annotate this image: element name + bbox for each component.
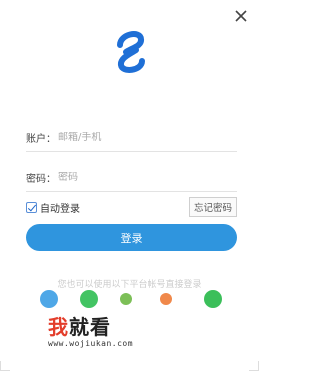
login-options: 自动登录 忘记密码 <box>26 197 237 217</box>
watermark-title-part2: 就看 <box>69 315 111 339</box>
account-field: 账户： <box>26 124 237 152</box>
social-login-icon[interactable] <box>40 290 58 308</box>
auto-login-label: 自动登录 <box>40 203 80 215</box>
close-icon[interactable] <box>233 8 249 24</box>
watermark-title: 我就看 <box>48 316 111 338</box>
watermark: 我就看 www.wojiukan.com <box>48 316 133 348</box>
auto-login-toggle[interactable]: 自动登录 <box>26 200 80 215</box>
third-party-hint: 您也可以使用以下平台帐号直接登录 <box>57 280 202 290</box>
watermark-url: www.wojiukan.com <box>48 339 134 348</box>
password-label: 密码： <box>26 174 56 185</box>
social-login-icon[interactable] <box>160 293 172 305</box>
app-logo-icon <box>117 31 145 73</box>
password-input[interactable] <box>58 172 228 183</box>
social-login-icon[interactable] <box>120 293 132 305</box>
forgot-password-button[interactable]: 忘记密码 <box>188 197 237 217</box>
window-corner <box>249 361 259 371</box>
account-input[interactable] <box>58 132 228 143</box>
social-login-icon[interactable] <box>80 290 98 308</box>
watermark-title-part1: 我 <box>48 315 69 339</box>
password-field: 密码： <box>26 164 237 192</box>
social-login-icon[interactable] <box>204 290 222 308</box>
window-corner <box>0 361 10 371</box>
account-label: 账户： <box>26 134 56 145</box>
login-button[interactable]: 登录 <box>26 224 237 251</box>
checkbox-icon[interactable] <box>26 201 37 213</box>
